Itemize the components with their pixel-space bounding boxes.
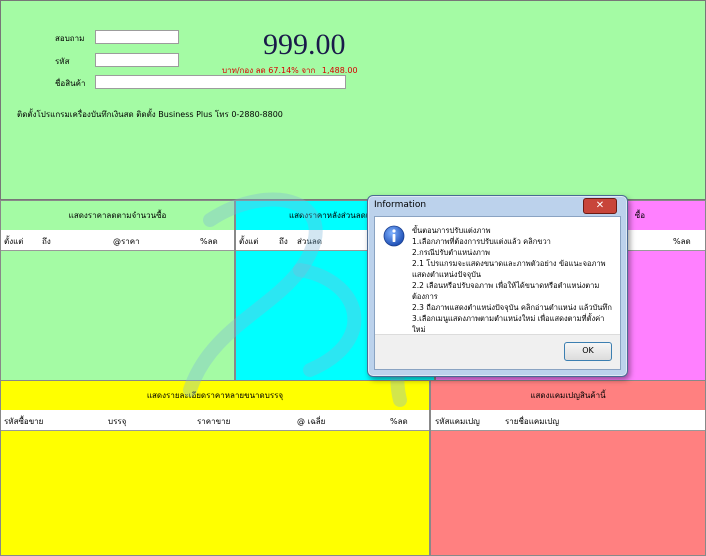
ok-button[interactable]: OK [564,342,612,361]
col-to[interactable]: ถึง [279,235,288,248]
message-line: 2.กรณีปรับตำแหน่งภาพ [412,248,490,257]
col-discount[interactable]: %ลด [390,415,408,428]
discount-line: บาท/กอง ลด 67.14% จาก 1,488.00 [222,64,362,77]
close-icon: ✕ [595,200,605,211]
message-line: 2.3 ถือภาพแสดงตำแหน่งปัจจุบัน คลิกอ่านตำ… [412,303,612,312]
qty-price-header: ตั้งแต่ ถึง @ราคา %ลด [1,230,234,251]
code-input[interactable] [95,53,179,67]
dialog-body: ขั้นตอนการปรับแต่งภาพ 1.เลือกภาพที่ต้องก… [374,216,621,370]
original-price: 1,488.00 [321,66,358,75]
col-pack[interactable]: บรรจุ [108,415,126,428]
message-line: 3.เลือกเมนูแสดงภาพตามตำแหน่งใหม่ เพื่อแส… [412,314,605,334]
product-name-label: ชื่อสินค้า [55,79,86,88]
col-discount-amount[interactable]: ส่วนลด [297,235,322,248]
col-sale-price[interactable]: ราคาขาย [197,415,230,428]
col-discount[interactable]: %ลด [673,235,691,248]
package-price-panel: แสดงรายละเอียดราคาหลายขนาดบรรจุ รหัสซื้อ… [0,380,430,556]
member-label: สอบถาม [55,34,85,43]
bundle-panel: แสดงแคมเปญสินค้านี้ รหัสแคมเปญ รายชื่อแค… [430,380,706,556]
col-unit-price[interactable]: @ราคา [113,235,140,248]
dialog-title: Information [374,200,427,210]
message-line: 1.เลือกภาพที่ต้องการปรับแต่งแล้ว คลิกขวา [412,237,551,246]
code-label: รหัส [55,57,70,66]
info-icon [383,225,405,247]
col-discount[interactable]: %ลด [200,235,218,248]
col-avg[interactable]: @ เฉลี่ย [297,415,325,428]
qty-price-title: แสดงราคาลดตามจำนวนซื้อ [1,201,234,231]
col-sale-code[interactable]: รหัสซื้อขาย [4,415,43,428]
product-info-panel: สอบถาม รหัส ชื่อสินค้า 999.00 บาท/กอง ลด… [0,0,706,200]
member-input[interactable] [95,30,179,44]
message-line: ขั้นตอนการปรับแต่งภาพ [412,226,491,235]
price-display: 999.00 [263,28,346,61]
dialog-message: ขั้นตอนการปรับแต่งภาพ 1.เลือกภาพที่ต้องก… [412,225,616,335]
col-from[interactable]: ตั้งแต่ [4,235,23,248]
qty-price-panel: แสดงราคาลดตามจำนวนซื้อ ตั้งแต่ ถึง @ราคา… [0,200,235,381]
col-campaign-code[interactable]: รหัสแคมเปญ [435,415,480,428]
message-line: 2.2 เลือนหรือปรับจอภาพ เพื่อให้ได้ขนาดหร… [412,281,600,301]
package-price-title: แสดงรายละเอียดราคาหลายขนาดบรรจุ [1,381,429,411]
information-dialog: Information ✕ ขั้นตอนการปรับแต่งภาพ 1.เล… [367,195,628,377]
close-button[interactable]: ✕ [583,198,617,214]
bundle-title: แสดงแคมเปญสินค้านี้ [431,381,705,411]
discount-text: บาท/กอง ลด 67.14% จาก [222,66,316,75]
bundle-header: รหัสแคมเปญ รายชื่อแคมเปญ [431,410,705,431]
dialog-button-bar: OK [375,334,620,369]
contact-text: ติดตั้งโปรแกรมเครื่องบันทึกเงินสด ติดตั้… [17,110,283,119]
col-campaign-name[interactable]: รายชื่อแคมเปญ [505,415,559,428]
col-from[interactable]: ตั้งแต่ [239,235,258,248]
package-price-header: รหัสซื้อขาย บรรจุ ราคาขาย @ เฉลี่ย %ลด [1,410,429,431]
message-line: 2.1 โปรแกรมจะแสดงขนาดและภาพตัวอย่าง ข้อแ… [412,259,606,279]
col-to[interactable]: ถึง [42,235,51,248]
product-name-input[interactable] [95,75,346,89]
